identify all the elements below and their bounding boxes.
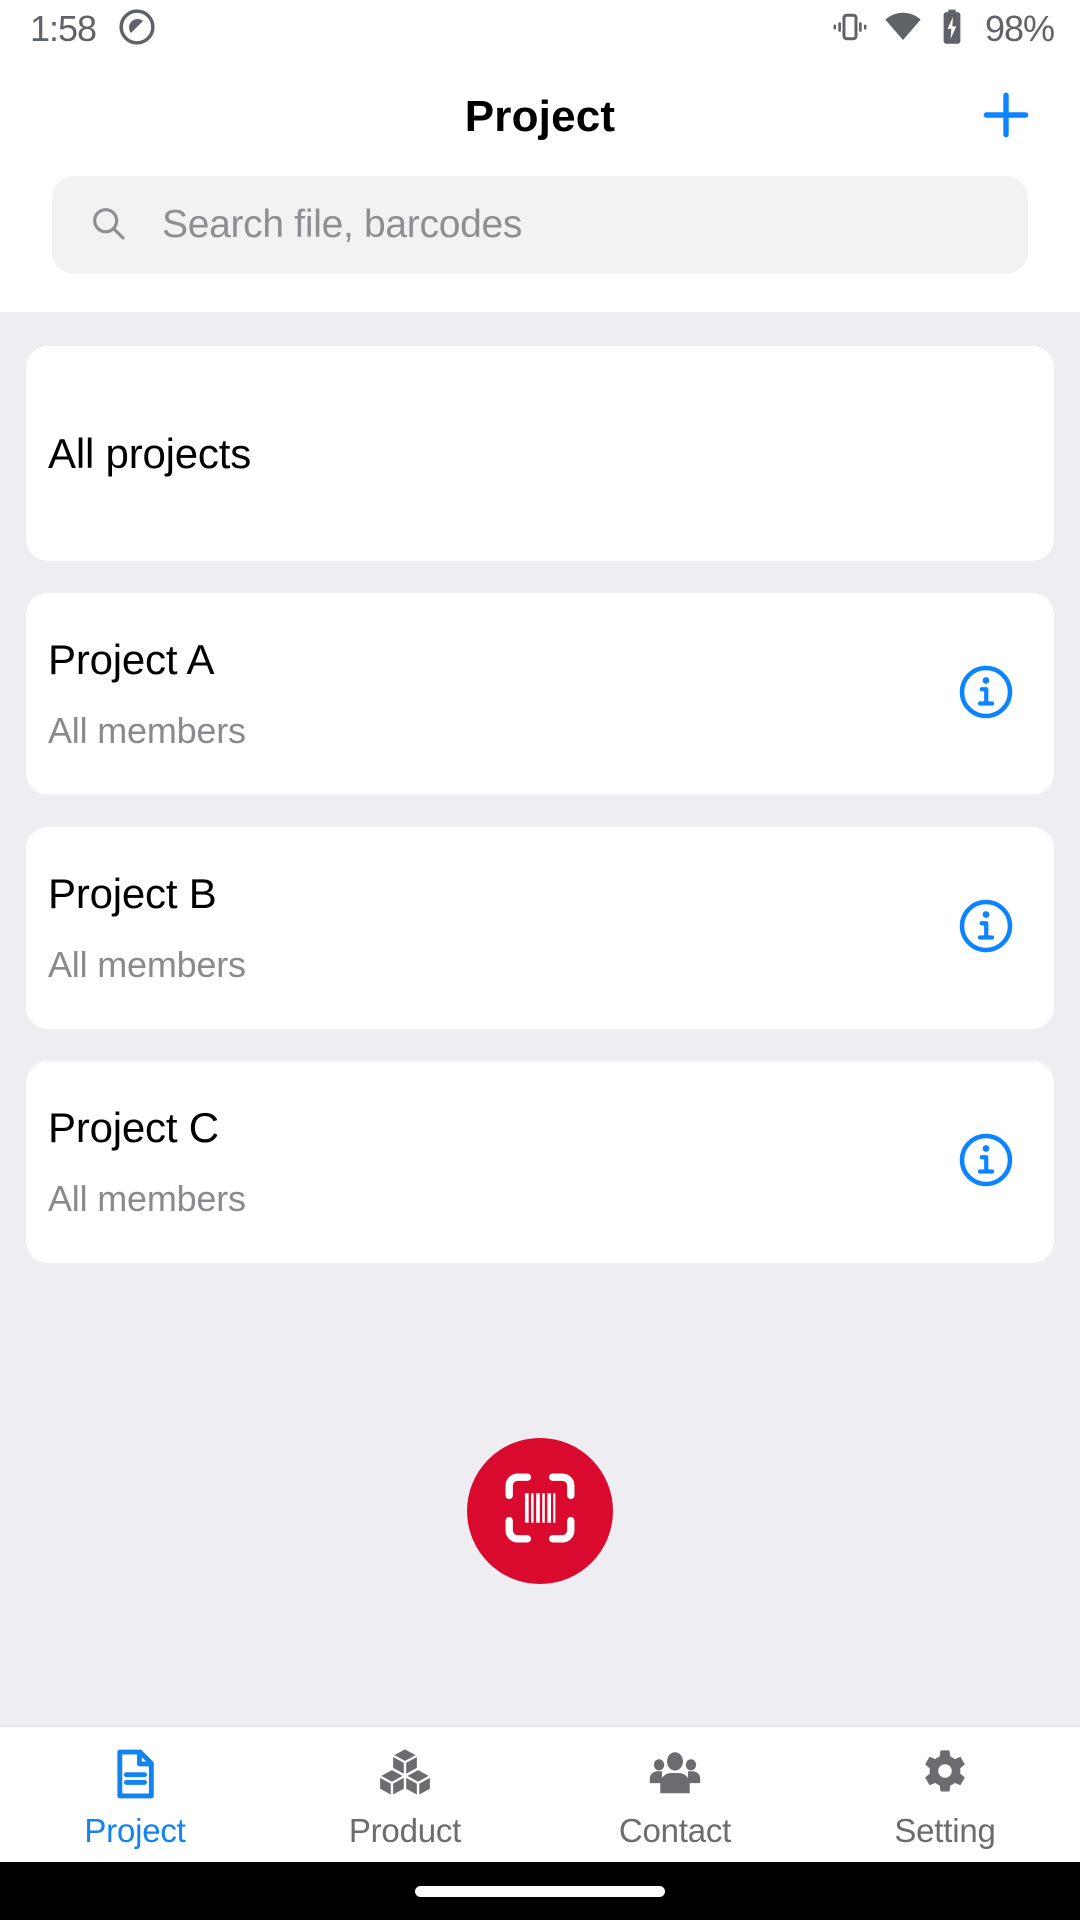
list-item-project-b[interactable]: Project B All members [26, 827, 1054, 1029]
barcode-scan-icon [498, 1466, 582, 1555]
list-item-all-projects[interactable]: All projects [26, 346, 1054, 561]
people-icon [646, 1740, 704, 1802]
nav-tab-contact[interactable]: Contact [540, 1740, 810, 1850]
project-info-button[interactable] [954, 896, 1018, 960]
status-bar-left: 1:58 [30, 8, 156, 51]
status-bar-right: 98% [831, 7, 1055, 52]
project-info-button[interactable] [954, 662, 1018, 726]
page-title: Project [464, 92, 616, 141]
system-gesture-bar [0, 1862, 1080, 1920]
search-bar[interactable]: Search file, barcodes [52, 176, 1028, 274]
document-icon [107, 1740, 163, 1802]
barcode-scan-button[interactable] [467, 1437, 613, 1584]
list-item-project-a[interactable]: Project A All members [26, 593, 1054, 795]
project-info-button[interactable] [954, 1130, 1018, 1194]
home-indicator[interactable] [415, 1885, 665, 1897]
battery-percent: 98% [984, 8, 1055, 49]
plus-icon [975, 84, 1037, 151]
nav-label-setting: Setting [894, 1811, 996, 1849]
project-title: All projects [48, 429, 252, 477]
search-section: Search file, barcodes [0, 176, 1080, 312]
nav-tab-setting[interactable]: Setting [810, 1740, 1080, 1850]
project-title: Project A [48, 636, 215, 683]
card-text-block: All projects [48, 430, 251, 478]
battery-charging-icon [937, 8, 967, 51]
card-text-block: Project A All members [48, 636, 246, 752]
bottom-navigation: Project Product Contact Setting [0, 1726, 1080, 1862]
project-title: Project C [48, 1104, 219, 1151]
info-circle-icon [956, 1130, 1016, 1195]
nav-label-product: Product [348, 1811, 462, 1849]
card-text-block: Project C All members [48, 1104, 246, 1220]
project-subtitle: All members [48, 710, 246, 751]
add-project-button[interactable] [968, 79, 1044, 155]
project-list: All projects Project A All members Proje… [0, 312, 1080, 1726]
status-bar: 1:58 98% [0, 0, 1080, 58]
do-not-disturb-icon [118, 8, 156, 51]
info-circle-icon [956, 896, 1016, 961]
search-icon [88, 203, 128, 248]
scan-fab-area [26, 1295, 1054, 1726]
project-subtitle: All members [48, 1178, 246, 1219]
nav-label-project: Project [84, 1811, 186, 1849]
card-text-block: Project B All members [48, 870, 246, 986]
app-screen: 1:58 98% Project Search file, barcodes A… [0, 0, 1080, 1920]
wifi-icon [883, 7, 923, 52]
boxes-icon [376, 1740, 434, 1802]
search-input[interactable]: Search file, barcodes [162, 203, 522, 247]
info-circle-icon [956, 662, 1016, 727]
project-title: Project B [48, 870, 217, 917]
app-bar: Project [0, 58, 1080, 176]
project-subtitle: All members [48, 944, 246, 985]
gear-icon [917, 1740, 973, 1802]
nav-tab-product[interactable]: Product [270, 1740, 540, 1850]
status-time: 1:58 [30, 8, 97, 49]
nav-label-contact: Contact [618, 1811, 732, 1849]
list-item-project-c[interactable]: Project C All members [26, 1061, 1054, 1263]
nav-tab-project[interactable]: Project [0, 1740, 270, 1850]
vibrate-icon [831, 8, 869, 51]
